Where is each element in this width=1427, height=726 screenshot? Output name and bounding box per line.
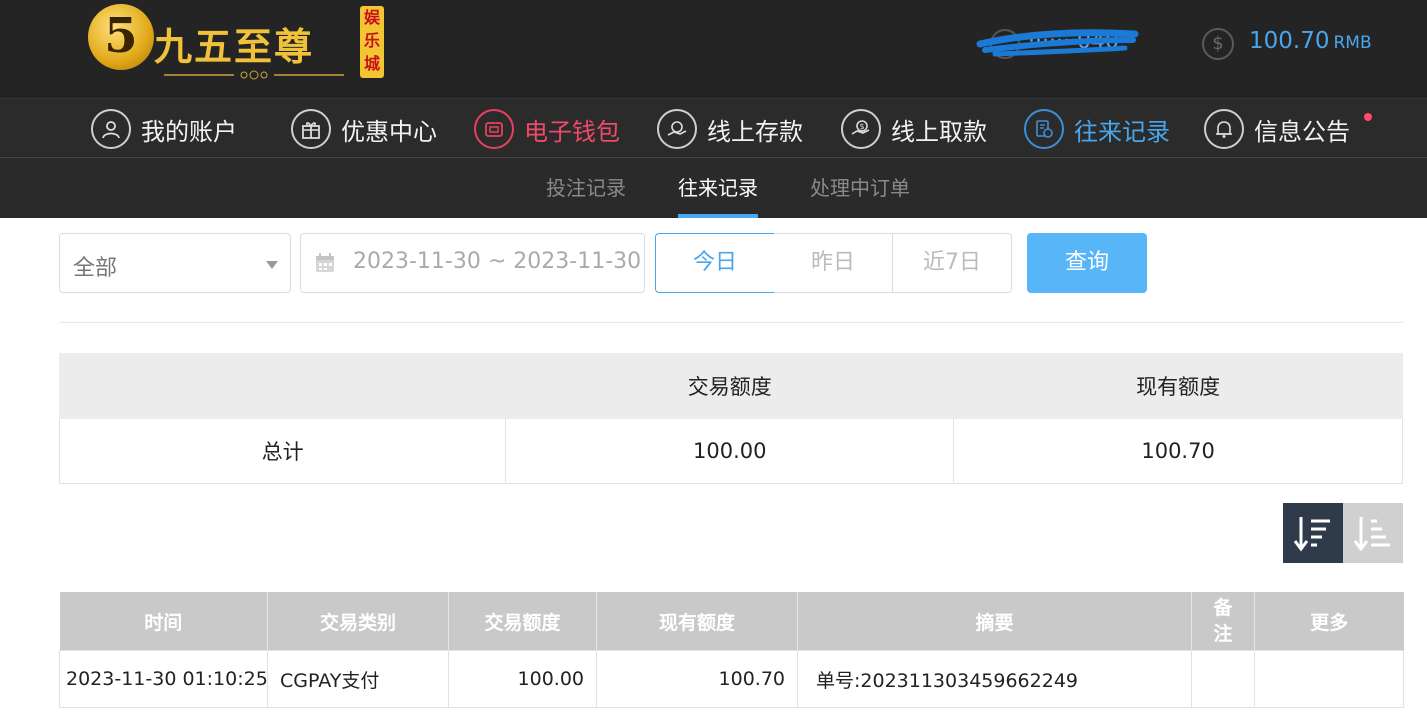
brand-name: 九五至尊 — [154, 24, 315, 69]
summary-table: 交易额度 现有额度 总计 100.00 100.70 — [58, 353, 1403, 484]
summary-total-label: 总计 — [58, 418, 507, 484]
range-last7days-button[interactable]: 近7日 — [892, 233, 1012, 293]
nav-item-e-wallet[interactable]: 电子钱包 — [474, 99, 620, 159]
sort-descending-icon — [1293, 517, 1330, 552]
nav-item-online-deposit[interactable]: 线上存款 — [657, 99, 803, 159]
summary-header-current-amount: 现有额度 — [953, 353, 1403, 419]
balance-display: 100.70 RMB — [1249, 28, 1372, 54]
summary-header-blank — [58, 353, 507, 419]
subnav-bet-records[interactable]: 投注记录 — [546, 158, 626, 218]
main-nav: 我的账户 优惠中心 电子钱包 线上存款 $ 线上取款 往来记录 信息公告 — [0, 98, 1427, 158]
subnav-transaction-records[interactable]: 往来记录 — [678, 158, 758, 218]
deposit-icon — [657, 109, 697, 149]
filter-divider — [59, 322, 1403, 323]
records-header-row: 时间 交易类别 交易额度 现有额度 摘要 备 注 更多 — [59, 592, 1404, 651]
range-yesterday-button[interactable]: 昨日 — [774, 233, 893, 293]
nav-label: 线上取款 — [891, 117, 987, 146]
bell-icon — [1204, 109, 1244, 149]
col-header-more[interactable]: 更多 — [1254, 592, 1404, 651]
brand-logo[interactable]: 5 九五至尊 娱乐城 — [88, 4, 388, 82]
nav-label: 线上存款 — [707, 117, 803, 146]
svg-text:$: $ — [859, 122, 864, 131]
date-range-picker[interactable]: 2023-11-30 ~ 2023-11-30 — [300, 233, 645, 293]
cell-more[interactable] — [1254, 650, 1404, 708]
withdraw-icon: $ — [841, 109, 881, 149]
nav-label: 往来记录 — [1074, 117, 1170, 146]
caret-down-icon — [266, 261, 278, 269]
col-header-trade-amount[interactable]: 交易额度 — [448, 592, 597, 651]
nav-item-transaction-records[interactable]: 往来记录 — [1024, 99, 1170, 159]
sort-ascending-button[interactable] — [1343, 503, 1403, 563]
type-select-value: 全部 — [73, 256, 118, 281]
col-header-current-amount[interactable]: 现有额度 — [596, 592, 798, 651]
sub-nav: 投注记录 往来记录 处理中订单 — [0, 158, 1427, 218]
logo-badge-number: 5 — [104, 8, 138, 64]
logo-badge: 5 — [88, 4, 154, 70]
summary-header-trade-amount: 交易额度 — [505, 353, 955, 419]
user-icon — [91, 109, 131, 149]
nav-item-promotions[interactable]: 优惠中心 — [291, 99, 437, 159]
brand-tag-text: 娱乐城 — [363, 8, 380, 73]
summary-total-trade-amount: 100.00 — [505, 418, 955, 484]
sort-ascending-icon — [1353, 517, 1390, 552]
cell-trade-amount: 100.00 — [448, 650, 597, 708]
nav-label: 我的账户 — [141, 117, 237, 146]
summary-total-current-amount: 100.70 — [953, 418, 1403, 484]
range-today-button[interactable]: 今日 — [655, 233, 775, 293]
col-header-time[interactable]: 时间 — [59, 592, 268, 651]
notification-dot — [1364, 113, 1372, 121]
cell-time: 2023-11-30 01:10:25 — [59, 650, 268, 708]
col-header-remark[interactable]: 备 注 — [1191, 592, 1255, 651]
balance-amount: 100.70 — [1249, 28, 1330, 54]
summary-total-row: 总计 100.00 100.70 — [58, 418, 1403, 484]
cell-remark — [1191, 650, 1255, 708]
date-range-value: 2023-11-30 ~ 2023-11-30 — [353, 249, 642, 274]
nav-item-announcements[interactable]: 信息公告 — [1204, 99, 1350, 159]
cell-current-amount: 100.70 — [596, 650, 798, 708]
col-header-summary[interactable]: 摘要 — [797, 592, 1192, 651]
calendar-icon — [316, 253, 334, 272]
redaction-scribble — [976, 29, 1139, 57]
subnav-pending-orders[interactable]: 处理中订单 — [810, 158, 910, 218]
records-table: 时间 交易类别 交易额度 现有额度 摘要 备 注 更多 2023-11-30 0… — [59, 592, 1404, 708]
records-icon — [1024, 109, 1064, 149]
gift-icon — [291, 109, 331, 149]
sort-descending-button[interactable] — [1283, 503, 1343, 563]
type-select[interactable]: 全部 — [59, 233, 291, 293]
cell-category: CGPAY支付 — [267, 650, 449, 708]
brand-tag: 娱乐城 — [360, 6, 384, 78]
cell-summary: 单号:202311303459662249 — [797, 650, 1192, 708]
nav-label: 信息公告 — [1254, 117, 1350, 146]
table-row[interactable]: 2023-11-30 01:10:25 CGPAY支付 100.00 100.7… — [59, 650, 1404, 708]
nav-label: 优惠中心 — [341, 117, 437, 146]
logo-ornament — [164, 70, 344, 80]
query-button[interactable]: 查询 — [1027, 233, 1147, 293]
nav-item-my-account[interactable]: 我的账户 — [91, 99, 237, 159]
wallet-icon — [474, 109, 514, 149]
dollar-coin-icon: $ — [1202, 28, 1234, 60]
summary-header-row: 交易额度 现有额度 — [58, 353, 1403, 419]
balance-currency: RMB — [1333, 33, 1372, 53]
nav-item-online-withdraw[interactable]: $ 线上取款 — [841, 99, 987, 159]
nav-label: 电子钱包 — [524, 117, 620, 146]
top-header: 5 九五至尊 娱乐城 ·······040 $ 100.70 RMB — [0, 0, 1427, 98]
col-header-category[interactable]: 交易类别 — [267, 592, 449, 651]
